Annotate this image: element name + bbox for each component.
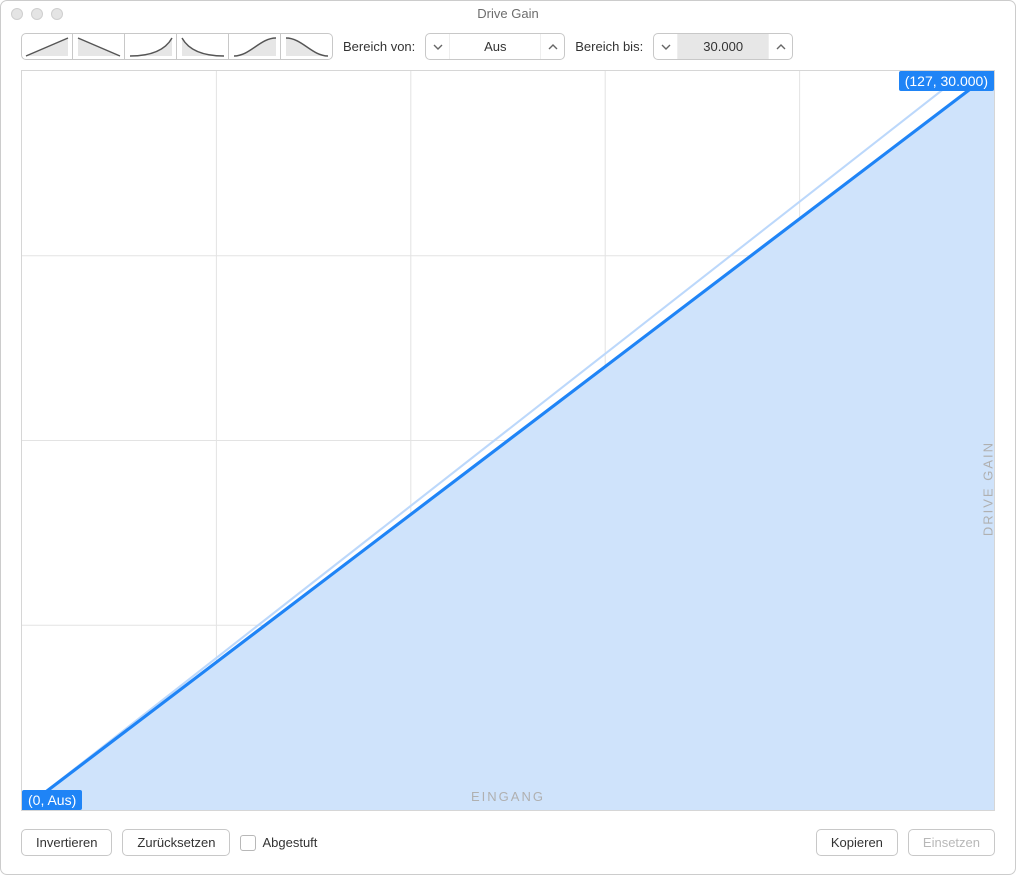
close-icon[interactable]	[11, 8, 23, 20]
graph-canvas	[22, 71, 994, 810]
chevron-up-icon[interactable]	[540, 34, 564, 59]
graph-x-axis-label: EINGANG	[471, 789, 545, 804]
curve-s-down-button[interactable]	[281, 33, 333, 60]
window-title: Drive Gain	[9, 6, 1007, 21]
chevron-down-icon[interactable]	[426, 34, 450, 59]
content: EINGANG DRIVE GAIN (0, Aus) (127, 30.000…	[1, 70, 1015, 819]
titlebar: Drive Gain	[1, 1, 1015, 27]
curve-linear-down-button[interactable]	[73, 33, 125, 60]
invert-button[interactable]: Invertieren	[21, 829, 112, 856]
copy-button[interactable]: Kopieren	[816, 829, 898, 856]
checkbox-box-icon[interactable]	[240, 835, 256, 851]
stepped-label: Abgestuft	[262, 835, 317, 850]
chevron-down-icon[interactable]	[654, 34, 678, 59]
zoom-icon[interactable]	[51, 8, 63, 20]
curve-linear-down-icon	[76, 36, 122, 58]
stepped-checkbox[interactable]: Abgestuft	[240, 835, 317, 851]
paste-button: Einsetzen	[908, 829, 995, 856]
traffic-lights	[11, 8, 63, 20]
curve-concave-up-icon	[128, 36, 174, 58]
curve-linear-up-button[interactable]	[21, 33, 73, 60]
minimize-icon[interactable]	[31, 8, 43, 20]
reset-button[interactable]: Zurücksetzen	[122, 829, 230, 856]
graph-start-point-tag: (0, Aus)	[22, 790, 82, 810]
toolbar: Bereich von: Aus Bereich bis: 30.000	[1, 27, 1015, 70]
range-to-label: Bereich bis:	[575, 39, 643, 54]
range-from-stepper[interactable]: Aus	[425, 33, 565, 60]
curve-linear-up-icon	[24, 36, 70, 58]
curve-graph[interactable]: EINGANG DRIVE GAIN (0, Aus) (127, 30.000…	[21, 70, 995, 811]
curve-s-down-icon	[284, 36, 330, 58]
curve-s-up-icon	[232, 36, 278, 58]
graph-end-point-tag: (127, 30.000)	[899, 71, 994, 91]
curve-concave-down-button[interactable]	[177, 33, 229, 60]
curve-concave-down-icon	[180, 36, 226, 58]
window: Drive Gain	[0, 0, 1016, 875]
range-from-label: Bereich von:	[343, 39, 415, 54]
footer: Invertieren Zurücksetzen Abgestuft Kopie…	[1, 819, 1015, 874]
curve-preset-group	[21, 33, 333, 60]
chevron-up-icon[interactable]	[768, 34, 792, 59]
curve-s-up-button[interactable]	[229, 33, 281, 60]
range-from-value[interactable]: Aus	[450, 34, 540, 59]
graph-y-axis-label: DRIVE GAIN	[981, 441, 996, 536]
range-to-stepper[interactable]: 30.000	[653, 33, 793, 60]
curve-concave-up-button[interactable]	[125, 33, 177, 60]
range-to-value[interactable]: 30.000	[678, 34, 768, 59]
